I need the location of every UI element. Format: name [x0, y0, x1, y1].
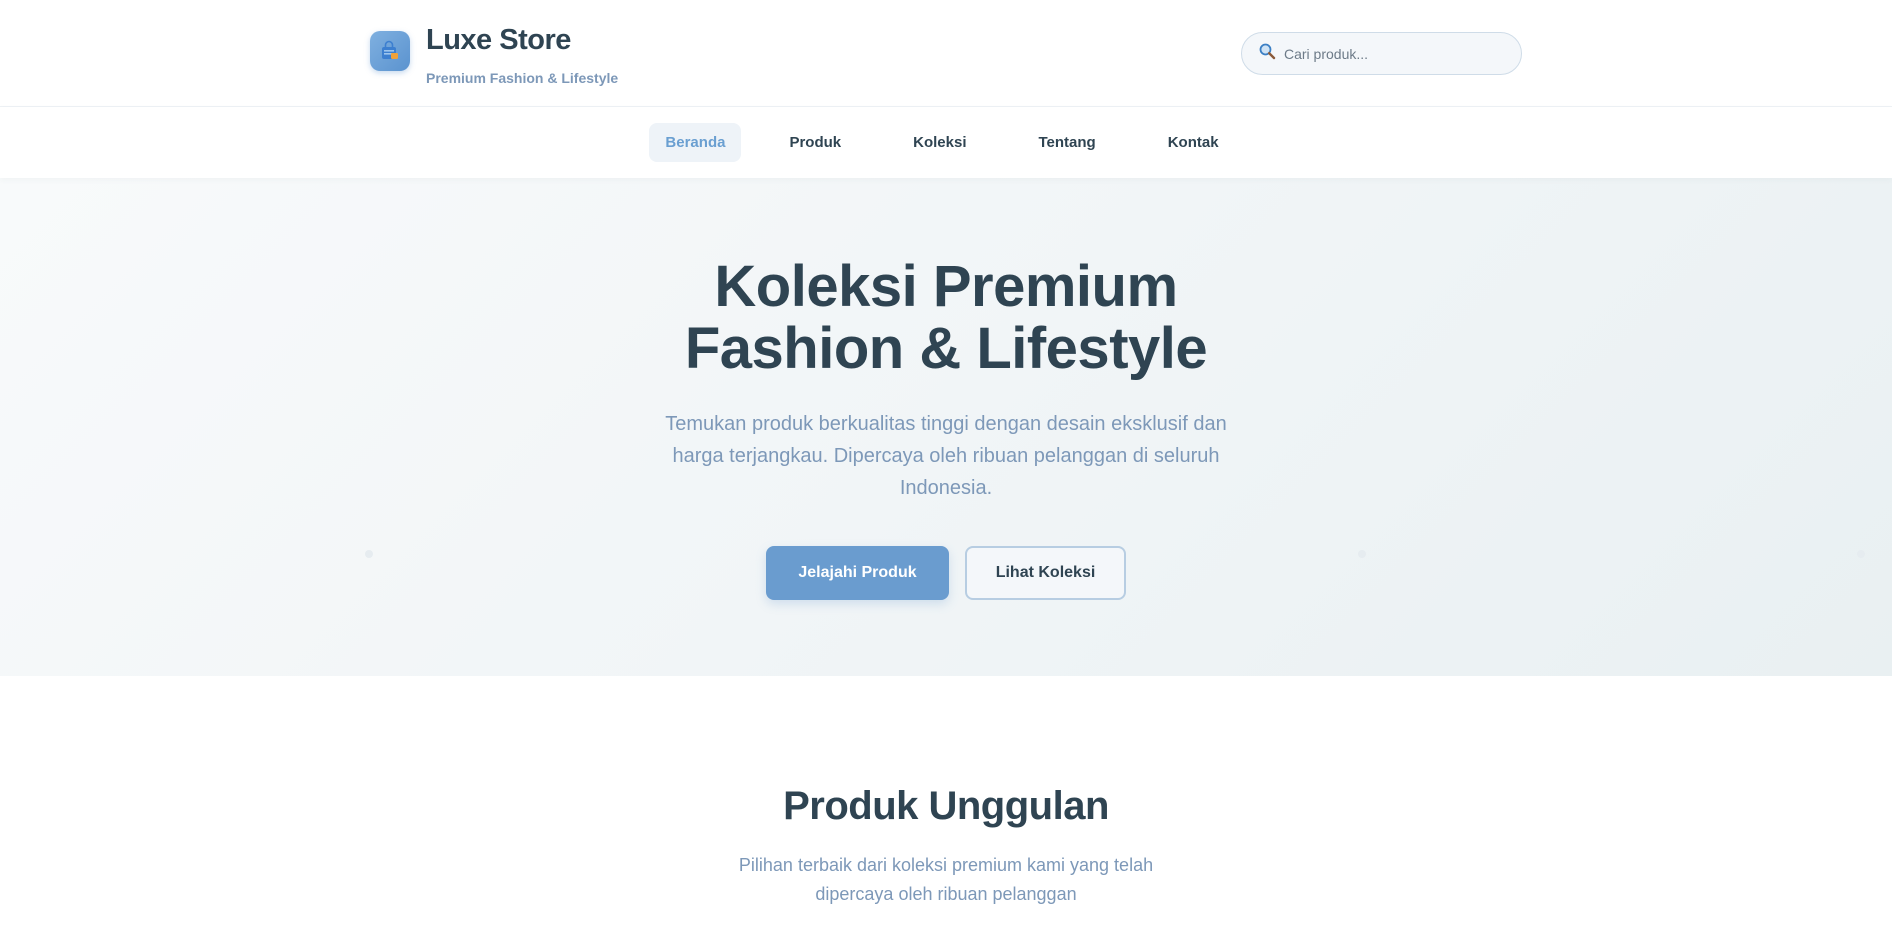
hero-title-line1: Koleksi Premium: [714, 254, 1178, 319]
nav-item-produk[interactable]: Produk: [765, 123, 865, 162]
site-header: Luxe Store Premium Fashion & Lifestyle: [0, 0, 1892, 107]
decorative-dot: [1857, 550, 1865, 558]
brand-text: Luxe Store Premium Fashion & Lifestyle: [426, 22, 618, 86]
shopping-bag-icon: [370, 30, 410, 71]
search-box[interactable]: [1241, 32, 1522, 75]
hero-subtitle: Temukan produk berkualitas tinggi dengan…: [665, 413, 1227, 499]
hero-title: Koleksi Premium Fashion & Lifestyle: [0, 256, 1892, 380]
decorative-dot: [365, 550, 373, 558]
hero-buttons: Jelajahi Produk Lihat Koleksi: [0, 546, 1892, 600]
main-nav: Beranda Produk Koleksi Tentang Kontak: [0, 107, 1892, 178]
decorative-dot: [1358, 550, 1366, 558]
nav-item-tentang[interactable]: Tentang: [1015, 123, 1120, 162]
hero-title-line2: Fashion & Lifestyle: [684, 316, 1208, 381]
brand[interactable]: Luxe Store Premium Fashion & Lifestyle: [370, 22, 618, 86]
view-collection-button[interactable]: Lihat Koleksi: [965, 546, 1126, 600]
search-input[interactable]: [1284, 45, 1484, 62]
header-inner: Luxe Store Premium Fashion & Lifestyle: [370, 0, 1522, 107]
nav-item-koleksi[interactable]: Koleksi: [889, 123, 990, 162]
featured-title: Produk Unggulan: [783, 784, 1109, 828]
featured-section: Produk Unggulan Pilihan terbaik dari kol…: [0, 676, 1892, 909]
nav-item-beranda[interactable]: Beranda: [649, 123, 742, 162]
brand-name: Luxe Store: [426, 23, 571, 56]
featured-subtitle: Pilihan terbaik dari koleksi premium kam…: [738, 855, 1154, 904]
hero-section: Koleksi Premium Fashion & Lifestyle Temu…: [0, 178, 1892, 676]
explore-products-button[interactable]: Jelajahi Produk: [766, 546, 949, 600]
search-icon: [1258, 42, 1276, 65]
brand-tagline: Premium Fashion & Lifestyle: [426, 69, 619, 86]
nav-item-kontak[interactable]: Kontak: [1144, 123, 1243, 162]
